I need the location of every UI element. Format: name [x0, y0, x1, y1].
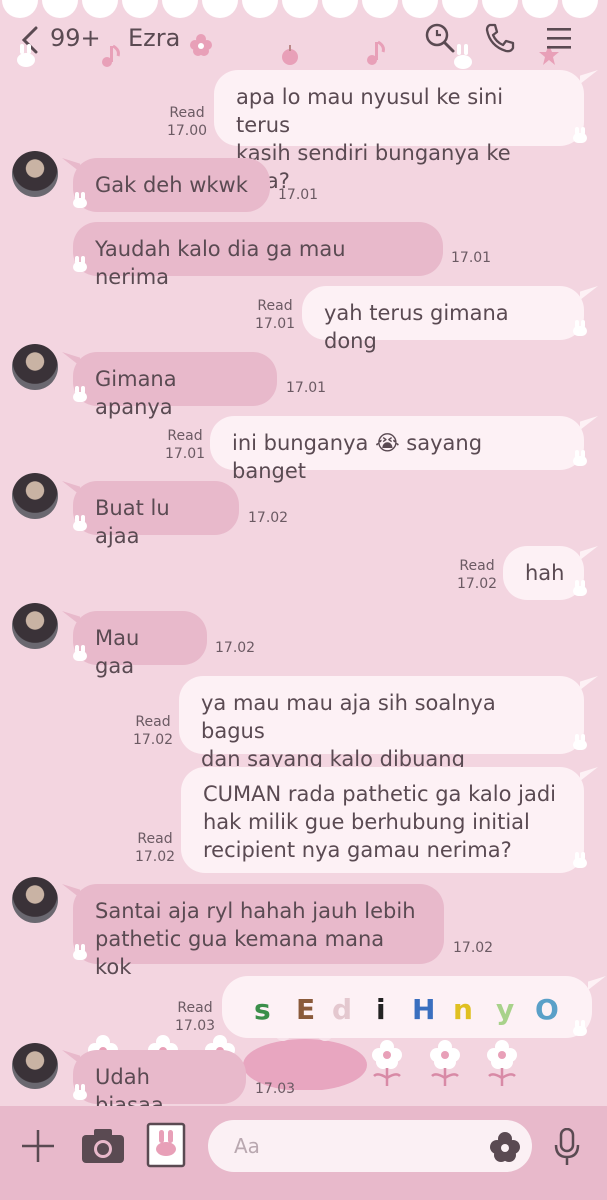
bunny-icon	[73, 1084, 87, 1100]
message-time: 17.03	[255, 1081, 296, 1097]
apple-icon	[282, 45, 298, 65]
message-time: 17.02	[215, 640, 256, 656]
outgoing-message[interactable]: ya mau mau aja sih soalnya bagus dan say…	[179, 676, 584, 771]
sticker-letter: i	[376, 993, 386, 1026]
sticker-letter: y	[496, 993, 515, 1026]
avatar[interactable]	[12, 603, 58, 649]
bunny-deco-icon	[17, 44, 35, 67]
sticker-letter: O	[535, 993, 559, 1026]
incoming-message[interactable]: Gak deh wkwk	[73, 158, 270, 212]
avatar[interactable]	[12, 344, 58, 390]
outgoing-message[interactable]: ini bunganya 😭 sayang banget	[210, 416, 584, 483]
message-time: 17.01	[286, 380, 327, 396]
bunny-icon	[73, 645, 87, 661]
bubble-tail	[580, 767, 598, 781]
camera-icon[interactable]	[80, 1126, 126, 1166]
bubble-tail	[580, 286, 598, 300]
incoming-message[interactable]: Mau gaa	[73, 611, 207, 678]
bubble-tail	[580, 416, 598, 430]
bubble-tail	[580, 546, 598, 560]
read-receipt: Read 17.02	[132, 714, 174, 748]
bunny-icon	[573, 320, 587, 336]
flower-icon	[190, 34, 212, 56]
read-receipt: Read 17.03	[174, 1000, 216, 1034]
bunny-icon	[573, 580, 587, 596]
avatar[interactable]	[12, 1043, 58, 1089]
incoming-message[interactable]: Buat lu ajaa	[73, 481, 239, 548]
emoji-flower-icon[interactable]	[490, 1132, 520, 1162]
message-time: 17.01	[278, 187, 319, 203]
flower-stem-icon	[487, 1040, 517, 1086]
bunny-icon	[73, 192, 87, 208]
bunny-icon	[73, 515, 87, 531]
read-receipt: Read 17.01	[254, 298, 296, 332]
bunny-icon	[573, 450, 587, 466]
read-receipt: Read 17.02	[134, 831, 176, 865]
music-note-icon	[102, 44, 120, 67]
bunny-icon	[573, 852, 587, 868]
sticker-letter: s	[254, 993, 271, 1026]
bubble-tail	[580, 676, 598, 690]
read-receipt: Read 17.01	[164, 428, 206, 462]
search-clock-icon[interactable]	[424, 22, 456, 54]
message-time: 17.02	[248, 510, 289, 526]
bunny-photo-icon[interactable]	[146, 1122, 186, 1168]
avatar[interactable]	[12, 151, 58, 197]
bunny-icon	[573, 1020, 587, 1036]
message-input-placeholder: Aa	[234, 1134, 260, 1158]
read-receipt: Read 17.02	[456, 558, 498, 592]
bubble-tail	[588, 976, 606, 990]
hamburger-menu-icon[interactable]	[545, 26, 573, 50]
music-note-icon	[367, 40, 385, 65]
outgoing-message[interactable]: apa lo mau nyusul ke sini terus kasih se…	[214, 70, 584, 193]
unread-count[interactable]: 99+	[50, 24, 101, 52]
incoming-message[interactable]: Yaudah kalo dia ga mau nerima	[73, 222, 443, 289]
message-time: 17.01	[451, 250, 492, 266]
bunny-icon	[573, 734, 587, 750]
read-receipt: Read 17.00	[166, 105, 208, 139]
bunny-icon	[73, 256, 87, 272]
flower-stem-icon	[430, 1040, 460, 1086]
sticker-letter: n	[453, 993, 473, 1026]
avatar[interactable]	[12, 877, 58, 923]
bubble-tail	[580, 70, 598, 84]
incoming-message[interactable]: Udah biasaa	[73, 1050, 246, 1117]
avatar[interactable]	[12, 473, 58, 519]
message-input[interactable]: Aa	[208, 1120, 532, 1172]
plus-icon[interactable]	[20, 1128, 56, 1164]
outgoing-message[interactable]: hah	[503, 546, 584, 600]
flower-stem-icon	[372, 1040, 402, 1086]
phone-icon[interactable]	[484, 22, 516, 54]
bunny-icon	[73, 944, 87, 960]
incoming-message[interactable]: Gimana apanya	[73, 352, 277, 419]
incoming-message[interactable]: Santai aja ryl hahah jauh lebih pathetic…	[73, 884, 444, 979]
chat-header: 99+ Ezra	[0, 0, 607, 70]
sticker-letter: d	[332, 993, 353, 1026]
outgoing-message[interactable]: yah terus gimana dong	[302, 286, 584, 353]
contact-name[interactable]: Ezra	[128, 24, 180, 52]
bunny-icon	[573, 127, 587, 143]
outgoing-message[interactable]: CUMAN rada pathetic ga kalo jadi hak mil…	[181, 767, 584, 873]
sticker-letter: H	[412, 993, 436, 1026]
message-time: 17.02	[453, 940, 494, 956]
microphone-icon[interactable]	[554, 1128, 580, 1166]
input-toolbar: Aa	[0, 1106, 607, 1200]
bunny-icon	[73, 386, 87, 402]
sticker-letter: E	[296, 993, 316, 1026]
